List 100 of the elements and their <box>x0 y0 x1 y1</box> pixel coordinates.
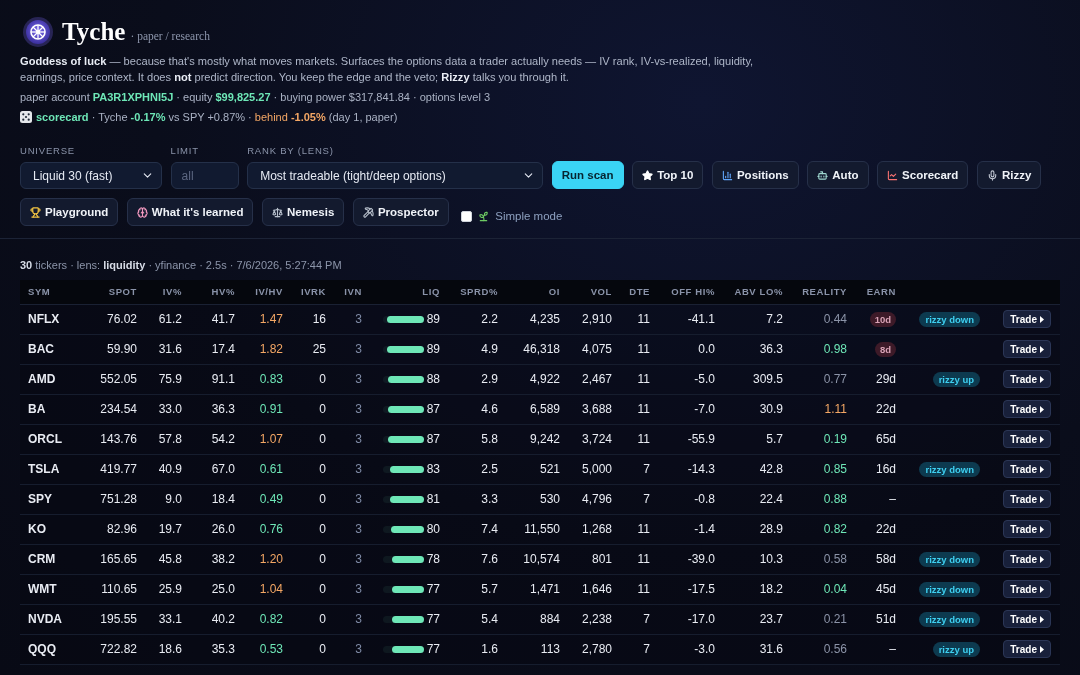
symbol-cell: SPY <box>20 484 90 514</box>
trade-button[interactable]: Trade <box>1003 550 1051 568</box>
table-cell: 1.6 <box>448 634 506 664</box>
toolbar-button[interactable]: Rizzy <box>976 161 1042 189</box>
caret-right-icon <box>1040 495 1044 503</box>
trade-button[interactable]: Trade <box>1003 460 1051 478</box>
table-cell: 0.19 <box>791 424 855 454</box>
account-summary: paper account PA3R1XPHNI5J · equity $99,825.27 · buying power $317,841.84 · options level 3 <box>20 90 491 105</box>
symbol-cell: ORCL <box>20 424 90 454</box>
liquidity-value: 80 <box>426 522 440 536</box>
table-cell: 1,471 <box>506 574 568 604</box>
table-cell: 25.0 <box>190 574 243 604</box>
table-cell: 1.04 <box>243 574 291 604</box>
table-cell: 25 <box>291 334 334 364</box>
table-cell: 3 <box>334 634 370 664</box>
trophy-icon <box>30 206 41 218</box>
table-cell: 0.83 <box>243 364 291 394</box>
table-cell: 3 <box>334 364 370 394</box>
lens-label: RANK BY (LENS) <box>247 145 335 157</box>
liquidity-value: 77 <box>426 612 440 626</box>
limit-input[interactable]: all <box>170 162 239 189</box>
table-cell: 7 <box>620 634 658 664</box>
caret-right-icon <box>1040 615 1044 623</box>
caret-right-icon <box>1040 585 1044 593</box>
signal-tag: rizzy up <box>932 641 980 657</box>
table-cell: 0 <box>291 634 334 664</box>
table-cell: 54.2 <box>190 424 243 454</box>
table-cell: 3 <box>334 604 370 634</box>
trade-button[interactable]: Trade <box>1003 430 1051 448</box>
table-cell: 11 <box>620 574 658 604</box>
table-cell: 11 <box>620 514 658 544</box>
table-cell: 3 <box>334 394 370 424</box>
earnings-text: 16d <box>875 463 896 476</box>
toolbar-button[interactable]: Playground <box>20 198 119 226</box>
table-cell: 7 <box>620 604 658 634</box>
table-cell: 7 <box>620 454 658 484</box>
trade-button[interactable]: Trade <box>1003 340 1051 358</box>
earnings-text: 65d <box>875 433 896 446</box>
column-header: REALITY <box>791 280 855 304</box>
earnings-text: 45d <box>875 583 896 596</box>
table-cell: 3,724 <box>568 424 620 454</box>
column-header: IV/HV <box>243 280 291 304</box>
trade-button[interactable]: Trade <box>1003 310 1051 328</box>
table-cell: 33.0 <box>145 394 190 424</box>
toolbar-button[interactable]: Top 10 <box>632 161 704 189</box>
table-cell: 45.8 <box>145 544 190 574</box>
toolbar-button[interactable]: What it's learned <box>126 198 254 226</box>
table-cell: -1.4 <box>658 514 723 544</box>
table-cell: 17.4 <box>190 334 243 364</box>
pickaxe-icon <box>362 206 374 218</box>
table-cell: 76.02 <box>90 304 145 334</box>
table-cell: 0.49 <box>243 484 291 514</box>
table-cell: 0 <box>291 364 334 394</box>
signal-tag: rizzy down <box>919 311 980 327</box>
trade-button[interactable]: Trade <box>1003 370 1051 388</box>
toolbar-button[interactable]: Nemesis <box>262 198 345 226</box>
symbol-cell: WMT <box>20 574 90 604</box>
app-title: Tyche <box>62 18 126 46</box>
table-cell: 0 <box>291 514 334 544</box>
column-header: OI <box>506 280 568 304</box>
table-cell: 57.8 <box>145 424 190 454</box>
universe-select[interactable]: Liquid 30 (fast) <box>20 162 162 189</box>
table-cell: 26.0 <box>190 514 243 544</box>
table-cell: 3 <box>334 574 370 604</box>
trade-button[interactable]: Trade <box>1003 640 1051 658</box>
table-cell: 1.47 <box>243 304 291 334</box>
toolbar-button[interactable]: Auto <box>807 161 869 189</box>
dice-icon <box>20 111 32 123</box>
simple-mode-checkbox[interactable] <box>461 210 473 222</box>
toolbar-button[interactable]: Scorecard <box>877 161 969 189</box>
lens-select[interactable]: Most tradeable (tight/deep options) <box>247 162 544 189</box>
table-cell: 4.6 <box>448 394 506 424</box>
earnings-text: 51d <box>875 613 896 626</box>
table-cell: 40.2 <box>190 604 243 634</box>
table-cell: 59.90 <box>90 334 145 364</box>
trade-button[interactable]: Trade <box>1003 520 1051 538</box>
signal-tag: rizzy down <box>919 551 980 567</box>
trade-button[interactable]: Trade <box>1003 610 1051 628</box>
table-cell: 0.82 <box>243 604 291 634</box>
table-cell: 884 <box>506 604 568 634</box>
caret-right-icon <box>1040 315 1044 323</box>
trade-button[interactable]: Trade <box>1003 400 1051 418</box>
table-cell: 18.4 <box>190 484 243 514</box>
trade-button[interactable]: Trade <box>1003 580 1051 598</box>
toolbar-button[interactable]: Prospector <box>352 198 449 226</box>
limit-label: LIMIT <box>170 145 200 157</box>
sprout-icon <box>478 210 490 222</box>
liquidity-value: 89 <box>426 312 440 326</box>
scan-summary: 30 tickers · lens: liquidity · yfinance · 2.5s · 7/6/2026, 5:27:44 PM <box>20 258 342 272</box>
table-cell: 1.11 <box>791 394 855 424</box>
toolbar-button[interactable]: Positions <box>711 161 799 189</box>
table-cell: -14.3 <box>658 454 723 484</box>
table-cell: 18.6 <box>145 634 190 664</box>
table-cell: 46,318 <box>506 334 568 364</box>
trade-button[interactable]: Trade <box>1003 490 1051 508</box>
table-cell: 23.7 <box>723 604 791 634</box>
table-cell: 3,688 <box>568 394 620 424</box>
caret-right-icon <box>1040 435 1044 443</box>
table-cell: 5,000 <box>568 454 620 484</box>
toolbar-button[interactable]: Run scan <box>551 161 624 189</box>
